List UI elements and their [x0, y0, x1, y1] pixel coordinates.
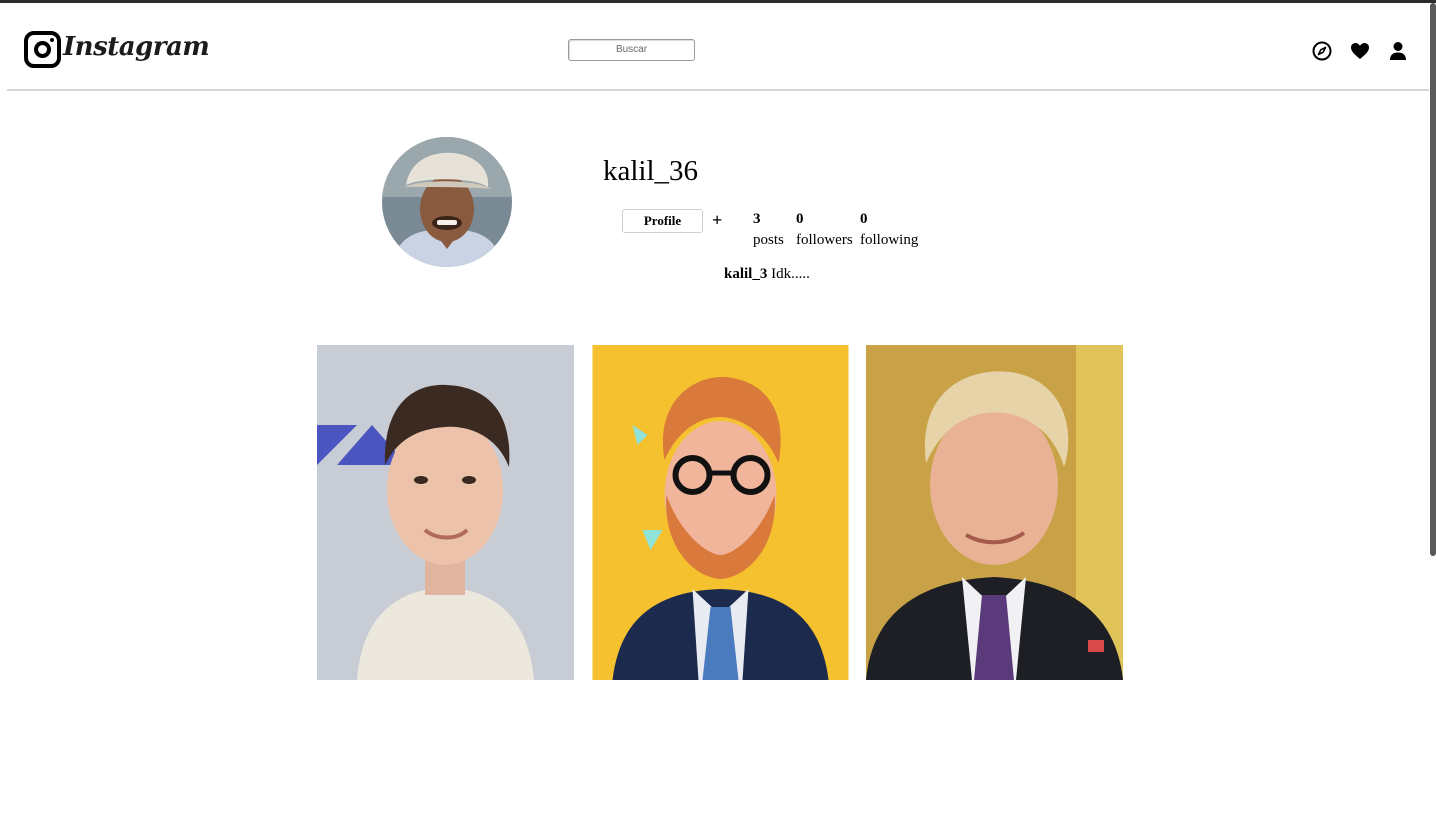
stat-posts-label: posts: [753, 232, 784, 248]
vertical-scrollbar[interactable]: [1430, 3, 1436, 556]
heart-icon[interactable]: [1349, 40, 1371, 62]
bio-name: kalil_3: [724, 266, 768, 282]
post-thumbnail-3[interactable]: [866, 345, 1123, 680]
stat-followers-value: 0: [796, 211, 804, 227]
profile-avatar[interactable]: [382, 137, 512, 267]
camera-icon: [24, 31, 61, 68]
bio-text: Idk.....: [767, 266, 810, 282]
profile-bio: kalil_3 Idk.....: [724, 266, 810, 283]
profile-username: kalil_36: [603, 155, 699, 187]
stat-followers[interactable]: 0 followers: [796, 209, 853, 251]
stat-followers-label: followers: [796, 232, 853, 248]
logo-wordmark: Instagram: [63, 31, 210, 62]
stat-following-value: 0: [860, 211, 868, 227]
post-thumbnail-1[interactable]: [317, 345, 574, 680]
stat-following[interactable]: 0 following: [860, 209, 918, 251]
user-icon[interactable]: [1387, 40, 1409, 62]
add-button[interactable]: +: [712, 209, 722, 231]
stat-following-label: following: [860, 232, 919, 248]
post-thumbnail-2[interactable]: [592, 345, 849, 680]
search-input[interactable]: Buscar: [568, 39, 695, 61]
profile-button[interactable]: Profile: [622, 209, 703, 233]
compass-icon[interactable]: [1311, 40, 1333, 62]
stat-posts-value: 3: [753, 211, 761, 227]
stat-posts: 3 posts: [753, 209, 784, 251]
top-navbar: Instagram Buscar: [7, 3, 1429, 91]
instagram-logo[interactable]: Instagram: [24, 31, 210, 68]
